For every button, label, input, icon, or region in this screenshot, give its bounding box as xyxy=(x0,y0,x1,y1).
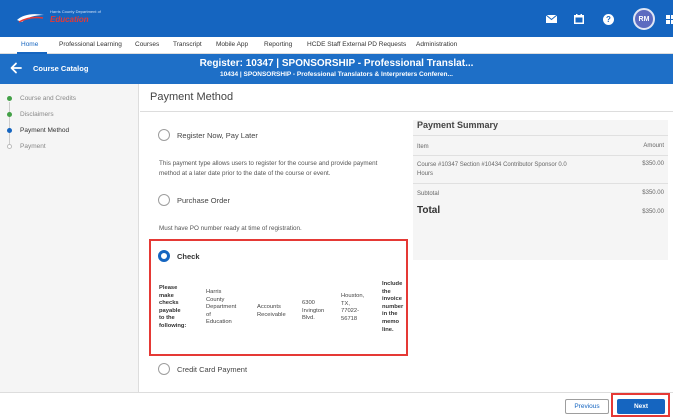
page-title: Payment Method xyxy=(150,91,234,103)
radio-register-now-pay-later[interactable] xyxy=(158,129,170,141)
main-content: Payment Method Register Now, Pay Later T… xyxy=(140,84,673,417)
summary-item-amount: $350.00 xyxy=(642,161,664,167)
calendar-icon[interactable] xyxy=(571,11,587,27)
option-label: Credit Card Payment xyxy=(177,365,248,374)
purchase-order-description: Must have PO number ready at time of reg… xyxy=(159,225,302,232)
logo-tagline: Harris County Department of xyxy=(50,9,101,14)
previous-button[interactable]: Previous xyxy=(565,399,609,414)
step-label: Payment xyxy=(20,143,46,150)
register-title: Register: 10347 | SPONSORSHIP - Professi… xyxy=(199,58,474,69)
option-label: Check xyxy=(177,252,200,261)
step-current-dot xyxy=(7,128,12,133)
nav-professional-learning[interactable]: Professional Learning xyxy=(59,41,122,48)
summary-col-item: Item xyxy=(417,144,429,150)
payment-summary: Payment Summary Item Amount Course #1034… xyxy=(413,120,668,260)
registration-steps: Course and Credits Disclaimers Payment M… xyxy=(0,84,139,417)
radio-check-selected[interactable] xyxy=(158,250,170,262)
step-label: Payment Method xyxy=(20,127,70,134)
nav-courses[interactable]: Courses xyxy=(135,41,159,48)
step-pending-dot xyxy=(7,144,12,149)
top-bar: Harris County Department of Education ? … xyxy=(0,0,673,37)
mail-icon[interactable] xyxy=(543,11,559,27)
payee-name: Harris County Department of Education xyxy=(206,289,237,326)
step-label: Disclaimers xyxy=(20,111,54,118)
memo-instruction: Include the invoice number in the memo line. xyxy=(382,281,404,333)
main-nav: Home Professional Learning Courses Trans… xyxy=(0,37,673,54)
nav-home[interactable]: Home xyxy=(21,41,38,48)
register-subtitle: 10434 | SPONSORSHIP - Professional Trans… xyxy=(220,71,453,78)
logo-brand: Education xyxy=(50,15,89,24)
radio-purchase-order[interactable] xyxy=(158,194,170,206)
step-complete-dot xyxy=(7,112,12,117)
nav-hcde-staff-external-pd-requests[interactable]: HCDE Staff External PD Requests xyxy=(307,41,406,48)
step-complete-dot xyxy=(7,96,12,101)
divider xyxy=(413,183,668,184)
step-connector xyxy=(9,102,10,146)
step-label: Course and Credits xyxy=(20,95,76,102)
step-payment-method[interactable]: Payment Method xyxy=(7,127,70,134)
help-icon[interactable]: ? xyxy=(600,11,616,27)
step-course-and-credits[interactable]: Course and Credits xyxy=(7,95,76,102)
nav-mobile-app[interactable]: Mobile App xyxy=(216,41,248,48)
summary-subtotal: $350.00 xyxy=(642,190,664,196)
option-label: Purchase Order xyxy=(177,196,230,205)
summary-subtotal-label: Subtotal xyxy=(417,191,440,197)
register-later-description: This payment type allows users to regist… xyxy=(159,160,378,177)
hcde-logo[interactable]: Harris County Department of Education xyxy=(16,6,101,30)
step-disclaimers[interactable]: Disclaimers xyxy=(7,111,54,118)
option-label: Register Now, Pay Later xyxy=(177,131,258,140)
nav-transcript[interactable]: Transcript xyxy=(173,41,202,48)
next-button[interactable]: Next xyxy=(617,399,665,414)
step-payment[interactable]: Payment xyxy=(7,143,46,150)
summary-item-description: Course #10347 Section #10434 Contributor… xyxy=(417,162,567,177)
apps-grid-icon[interactable] xyxy=(662,11,673,27)
nav-reporting[interactable]: Reporting xyxy=(264,41,292,48)
nav-administration[interactable]: Administration xyxy=(416,41,457,48)
course-header: Course Catalog Register: 10347 | SPONSOR… xyxy=(0,54,673,84)
divider xyxy=(413,135,668,136)
svg-text:?: ? xyxy=(606,15,611,24)
summary-total: $350.00 xyxy=(642,209,664,215)
summary-title: Payment Summary xyxy=(417,120,499,130)
divider xyxy=(413,155,668,156)
payee-department: Accounts Receivable xyxy=(257,304,286,318)
user-avatar[interactable]: RM xyxy=(633,8,655,30)
payable-instruction: Please make checks payable to the following: xyxy=(159,285,187,329)
payee-city-zip: Houston, TX, 77022- 56718 xyxy=(341,293,365,322)
summary-col-amount: Amount xyxy=(643,143,664,149)
payee-street: 6300 Irvington Blvd. xyxy=(302,300,325,322)
logo-swoosh-icon xyxy=(17,14,44,23)
radio-credit-card[interactable] xyxy=(158,363,170,375)
summary-total-label: Total xyxy=(417,205,441,216)
divider xyxy=(140,111,673,112)
